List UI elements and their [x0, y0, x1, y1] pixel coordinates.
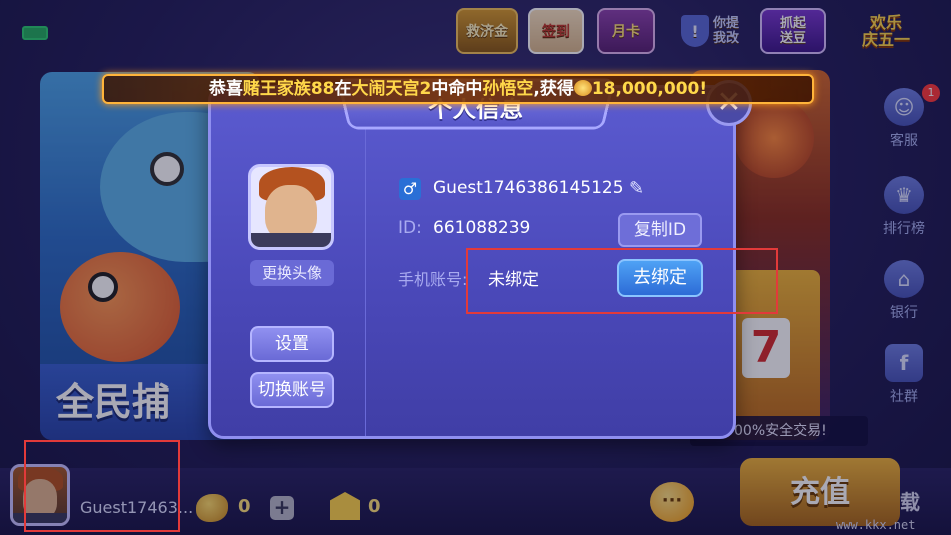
win-broadcast: 恭喜赌王家族88在大闹天宫2中命中孙悟空,获得 18,000,000!	[102, 74, 814, 104]
profile-avatar[interactable]	[248, 164, 334, 250]
edit-icon[interactable]: ✎	[629, 178, 651, 200]
broadcast-player: 赌王家族88	[242, 79, 335, 99]
broadcast-room: 大闹天宫2	[351, 79, 432, 99]
phone-binding-highlight	[466, 248, 778, 314]
broadcast-hit: 中命中	[431, 79, 483, 99]
profile-username: Guest1746386145125	[433, 178, 624, 198]
player-profile-highlight	[24, 440, 180, 532]
copy-id-button[interactable]: 复制ID	[618, 213, 702, 247]
broadcast-in: 在	[334, 79, 352, 99]
gold-bean-icon	[573, 80, 592, 96]
broadcast-gain: ,获得	[533, 79, 574, 99]
phone-label: 手机账号:	[398, 270, 468, 289]
id-label: ID:	[398, 218, 422, 238]
male-icon: ♂	[399, 178, 421, 200]
settings-button[interactable]: 设置	[250, 326, 334, 362]
switch-account-button[interactable]: 切换账号	[250, 372, 334, 408]
broadcast-prefix: 恭喜	[208, 79, 243, 99]
broadcast-amount: 18,000,000!	[591, 79, 708, 99]
id-value: 661088239	[433, 218, 531, 238]
change-avatar-button[interactable]: 更换头像	[250, 260, 334, 286]
broadcast-target: 孙悟空	[482, 79, 534, 99]
